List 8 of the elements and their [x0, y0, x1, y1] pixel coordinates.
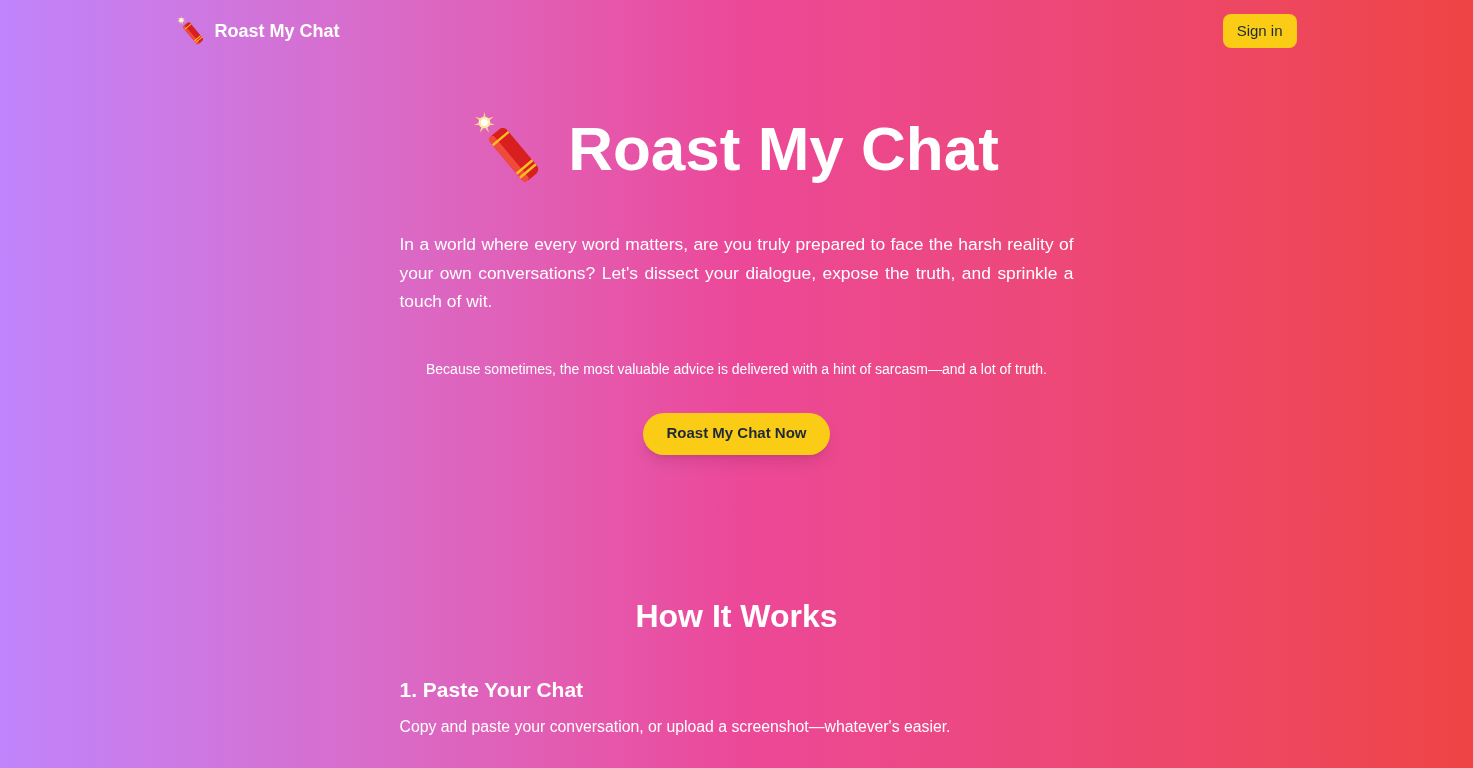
hero-title: Roast My Chat: [568, 116, 999, 182]
roast-cta-button[interactable]: Roast My Chat Now: [643, 412, 830, 455]
tagline-text: Because sometimes, the most valuable advice is delivered with a hint of sarcasm—and a lot of truth.: [426, 359, 1047, 379]
intro-paragraph: In a world where every word matters, are you truly prepared to face the harsh reality of your own conversations? Let's dissect your dialogue, expose the truth, and sprinkle a touch of wit.: [399, 233, 1074, 313]
step-description: Copy and paste your conversation, or upload a screenshot—whatever's easier.: [399, 716, 952, 737]
step-title: 1. Paste Your Chat: [399, 676, 585, 703]
section-heading: How It Works: [635, 597, 838, 634]
sign-in-button[interactable]: Sign in: [1222, 13, 1297, 48]
